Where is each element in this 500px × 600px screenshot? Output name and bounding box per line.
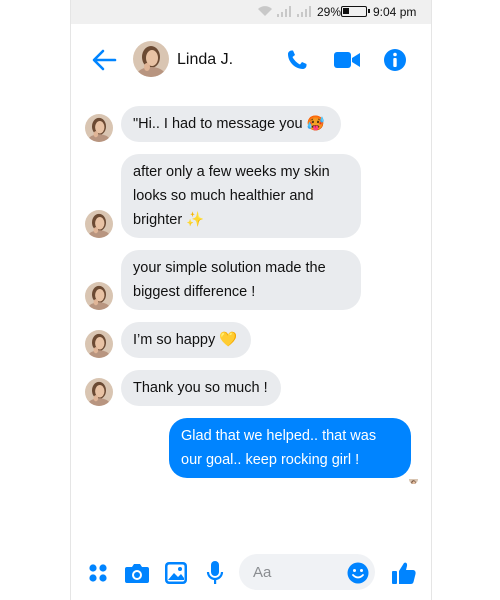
- wifi-icon: [258, 6, 272, 16]
- conversation-header: Linda J.: [71, 24, 431, 96]
- microphone-icon[interactable]: [206, 560, 224, 586]
- message-text: your simple solution made the: [133, 260, 326, 276]
- message-text: "Hi.. I had to message you 🥵: [133, 116, 325, 132]
- signal-icon: [297, 6, 311, 17]
- battery-icon: [341, 6, 370, 17]
- avatar: [85, 282, 113, 310]
- emoji-icon[interactable]: [347, 562, 369, 584]
- camera-icon[interactable]: [124, 561, 150, 585]
- message-bubble[interactable]: Thank you so much !: [121, 370, 281, 406]
- message-row: your simple solution made the biggest di…: [71, 250, 431, 310]
- message-row: Glad that we helped.. that was our goal.…: [71, 418, 431, 478]
- info-icon[interactable]: [383, 48, 407, 72]
- avatar: [85, 210, 113, 238]
- message-text: brighter ✨: [133, 212, 205, 228]
- battery-fill: [343, 8, 349, 14]
- status-bar: 29% 9:04 pm: [71, 0, 431, 24]
- video-call-icon[interactable]: [333, 50, 361, 70]
- message-bubble[interactable]: after only a few weeks my skin looks so …: [121, 154, 361, 238]
- avatar: [85, 378, 113, 406]
- message-row: I’m so happy 💛: [71, 322, 431, 358]
- avatar[interactable]: [133, 41, 169, 77]
- phone-call-icon[interactable]: [285, 48, 309, 72]
- message-bubble[interactable]: "Hi.. I had to message you 🥵: [121, 106, 341, 142]
- clock: 9:04 pm: [373, 5, 417, 19]
- apps-icon[interactable]: [87, 562, 109, 584]
- back-arrow-icon[interactable]: [91, 48, 117, 72]
- message-text: biggest difference !: [133, 284, 256, 300]
- message-text: Glad that we helped.. that was: [181, 428, 377, 444]
- message-text: our goal.. keep rocking girl !: [181, 452, 360, 468]
- message-row: "Hi.. I had to message you 🥵: [71, 106, 431, 142]
- avatar: [85, 114, 113, 142]
- contact-name[interactable]: Linda J.: [177, 51, 233, 69]
- message-text: I’m so happy 💛: [133, 332, 238, 348]
- message-bubble-outgoing[interactable]: Glad that we helped.. that was our goal.…: [169, 418, 411, 478]
- message-text: looks so much healthier and: [133, 188, 314, 204]
- message-bubble[interactable]: I’m so happy 💛: [121, 322, 251, 358]
- battery-percent: 29%: [317, 5, 342, 19]
- message-composer: [71, 552, 431, 596]
- thumbs-up-icon[interactable]: [391, 560, 417, 586]
- signal-icon: [277, 6, 291, 17]
- message-row: Thank you so much !: [71, 370, 431, 406]
- avatar: [85, 330, 113, 358]
- message-row: after only a few weeks my skin looks so …: [71, 154, 431, 238]
- gallery-icon[interactable]: [164, 561, 188, 585]
- message-text: Thank you so much !: [133, 380, 268, 396]
- seen-indicator-avatar: [409, 475, 418, 484]
- message-bubble[interactable]: your simple solution made the biggest di…: [121, 250, 361, 310]
- message-text: after only a few weeks my skin: [133, 164, 330, 180]
- messenger-window: 29% 9:04 pm Linda J. "Hi.. I had to mess…: [70, 0, 432, 600]
